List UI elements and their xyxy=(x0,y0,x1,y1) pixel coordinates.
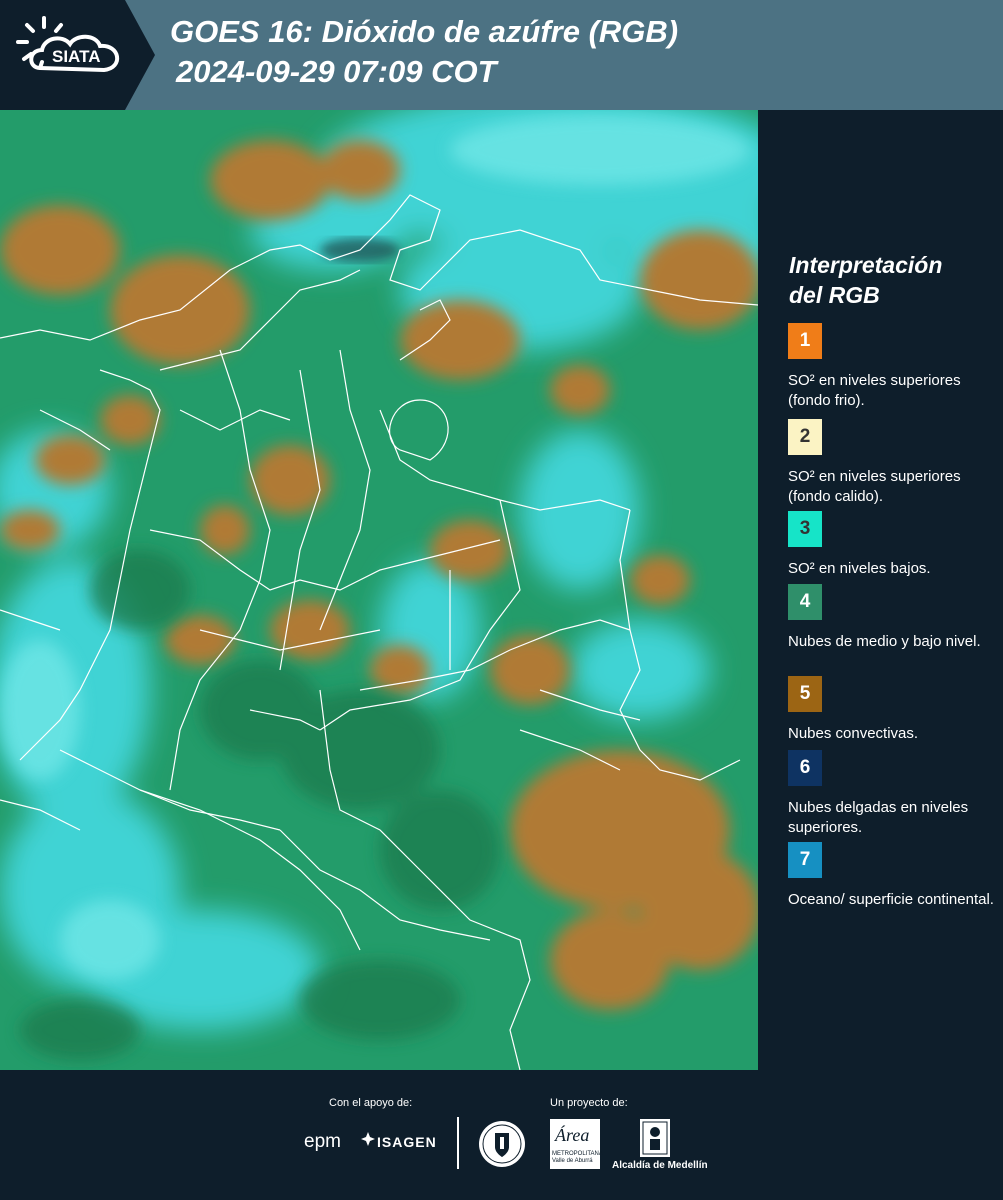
legend-item-2: 2 SO² en niveles superiores (fondo calid… xyxy=(788,419,998,507)
legend-item-5: 5 Nubes convectivas. xyxy=(788,676,998,744)
isagen-logo: ISAGEN xyxy=(377,1134,437,1150)
siata-logo-text: SIATA xyxy=(52,47,100,66)
legend-title-line1: Interpretación xyxy=(789,252,943,278)
support-label: Con el apoyo de: xyxy=(329,1097,413,1109)
legend-title-line2: del RGB xyxy=(789,282,880,308)
project-label: Un proyecto de: xyxy=(550,1097,628,1109)
area-logo-text: Área xyxy=(555,1125,590,1145)
legend-desc-6: Nubes delgadas en niveles superiores. xyxy=(788,799,969,836)
alcaldia-logo-text: Alcaldía de Medellín xyxy=(612,1160,708,1171)
satellite-image xyxy=(0,110,758,1070)
siata-logo: SIATA xyxy=(0,0,160,110)
legend-swatch-3: 3 xyxy=(788,511,822,547)
page-title: GOES 16: Dióxido de azúfre (RGB) xyxy=(170,14,679,49)
satellite-map xyxy=(0,110,758,1070)
legend-swatch-6: 6 xyxy=(788,750,822,786)
medellin-seal-icon xyxy=(477,1119,527,1169)
legend-swatch-5: 5 xyxy=(788,676,822,712)
area-metropolitana-logo: Área METROPOLITANA Valle de Aburrá xyxy=(550,1119,603,1169)
footer-divider xyxy=(457,1117,459,1169)
legend-desc-2: SO² en niveles superiores (fondo calido)… xyxy=(788,468,961,505)
legend-item-3: 3 SO² en niveles bajos. xyxy=(788,511,998,579)
legend-item-6: 6 Nubes delgadas en niveles superiores. xyxy=(788,750,998,838)
area-logo-subtitle: METROPOLITANA Valle de Aburrá xyxy=(552,1151,603,1164)
legend-desc-5: Nubes convectivas. xyxy=(788,725,919,742)
epm-logo: epm xyxy=(304,1131,341,1152)
legend-title: Interpretación del RGB xyxy=(789,250,999,310)
isagen-icon xyxy=(361,1132,375,1146)
legend-swatch-4: 4 xyxy=(788,584,822,620)
legend-swatch-1: 1 xyxy=(788,323,822,359)
legend-item-1: 1 SO² en niveles superiores (fondo frio)… xyxy=(788,323,998,411)
legend-desc-3: SO² en niveles bajos. xyxy=(788,560,931,577)
legend-desc-7: Oceano/ superficie continental. xyxy=(788,891,994,908)
alcaldia-shield-icon xyxy=(640,1119,670,1157)
header-bar: SIATA GOES 16: Dióxido de azúfre (RGB) 2… xyxy=(0,0,1003,110)
legend-panel: Interpretación del RGB 1 SO² en niveles … xyxy=(762,110,1003,1070)
legend-item-4: 4 Nubes de medio y bajo nivel. xyxy=(788,584,998,652)
legend-swatch-7: 7 xyxy=(788,842,822,878)
legend-desc-4: Nubes de medio y bajo nivel. xyxy=(788,633,981,650)
timestamp: 2024-09-29 07:09 COT xyxy=(176,54,497,89)
legend-desc-1: SO² en niveles superiores (fondo frio). xyxy=(788,372,961,409)
legend-item-7: 7 Oceano/ superficie continental. xyxy=(788,842,998,910)
legend-swatch-2: 2 xyxy=(788,419,822,455)
